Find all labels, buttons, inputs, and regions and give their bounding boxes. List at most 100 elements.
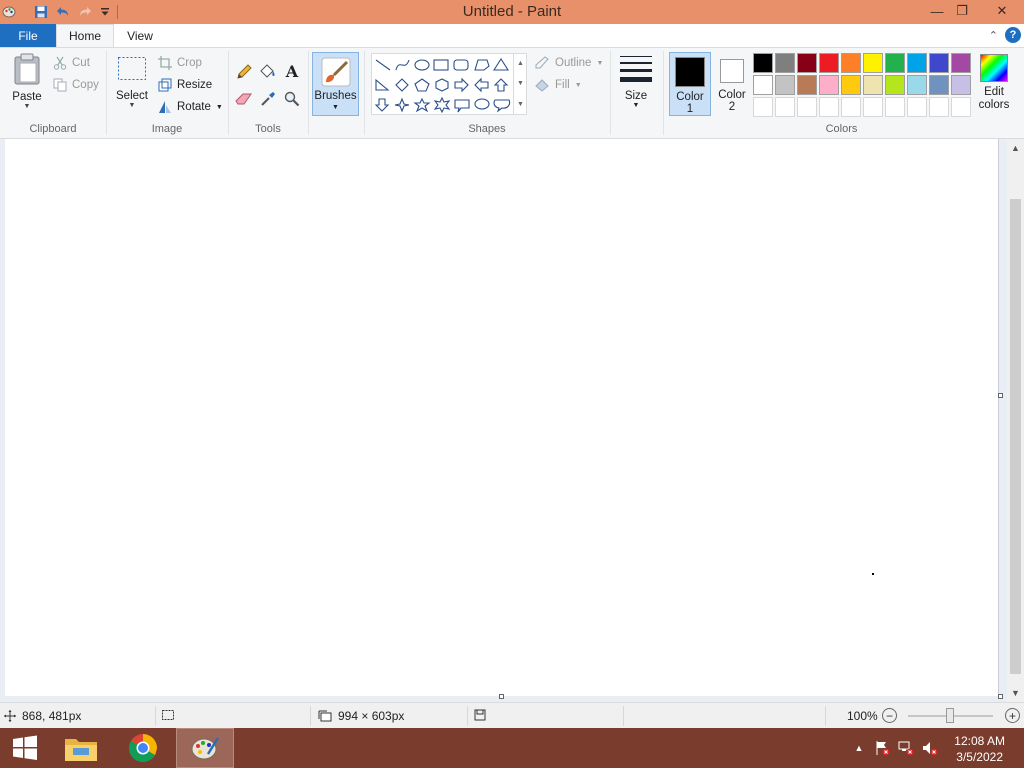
window-title: Untitled - Paint xyxy=(462,3,562,20)
eraser-icon[interactable] xyxy=(235,90,253,108)
palette-color-swatch[interactable] xyxy=(885,53,905,73)
title-bar: Untitled - Paint — ❐ ✕ xyxy=(0,0,1024,24)
palette-color-swatch[interactable] xyxy=(797,53,817,73)
color-1-label: Color xyxy=(676,91,704,103)
brushes-label: Brushes xyxy=(314,90,357,102)
palette-color-swatch[interactable] xyxy=(929,75,949,95)
fill-button[interactable]: Fill ▼ xyxy=(534,78,582,92)
restore-button[interactable]: ❐ xyxy=(947,0,977,22)
action-center-flag-icon[interactable] xyxy=(873,740,891,756)
palette-color-swatch[interactable] xyxy=(863,75,883,95)
scroll-up-icon[interactable]: ▲ xyxy=(517,60,524,67)
color-palette xyxy=(753,53,971,119)
brushes-button[interactable]: Brushes ▼ xyxy=(312,52,359,116)
palette-color-swatch[interactable] xyxy=(797,97,817,117)
vertical-scroll-thumb[interactable] xyxy=(1010,199,1021,674)
size-button[interactable]: Size ▼ xyxy=(617,54,655,109)
resize-handle-right[interactable] xyxy=(998,393,1003,398)
rotate-button[interactable]: Rotate ▼ xyxy=(158,100,223,114)
shapes-icons[interactable] xyxy=(372,54,514,114)
palette-color-swatch[interactable] xyxy=(841,97,861,117)
palette-color-swatch[interactable] xyxy=(753,75,773,95)
shapes-scrollbar[interactable]: ▲ ▼ ▼ xyxy=(513,53,527,115)
help-button[interactable]: ? xyxy=(1005,27,1021,43)
color-2-button[interactable]: Color 2 xyxy=(711,52,753,116)
tab-file[interactable]: File xyxy=(0,24,56,47)
palette-color-swatch[interactable] xyxy=(775,53,795,73)
scroll-down-arrow-icon[interactable]: ▼ xyxy=(1010,686,1021,700)
palette-color-swatch[interactable] xyxy=(929,97,949,117)
taskbar-chrome[interactable] xyxy=(114,728,172,768)
palette-color-swatch[interactable] xyxy=(775,97,795,117)
palette-color-swatch[interactable] xyxy=(775,75,795,95)
outline-button[interactable]: Outline ▼ xyxy=(534,56,603,70)
palette-color-swatch[interactable] xyxy=(819,53,839,73)
palette-color-swatch[interactable] xyxy=(951,97,971,117)
text-tool-icon[interactable]: A xyxy=(283,62,301,81)
canvas-size: 994 × 603px xyxy=(318,709,404,723)
magnifier-icon[interactable] xyxy=(283,90,301,108)
palette-color-swatch[interactable] xyxy=(841,53,861,73)
copy-button[interactable]: Copy xyxy=(53,78,99,92)
taskbar-paint[interactable] xyxy=(176,728,234,768)
show-hidden-icons[interactable]: ▲ xyxy=(850,740,868,756)
brushes-dropdown-icon: ▼ xyxy=(332,104,339,111)
taskbar-file-explorer[interactable] xyxy=(52,728,110,768)
palette-color-swatch[interactable] xyxy=(753,53,773,73)
pencil-icon[interactable] xyxy=(235,63,253,81)
color-1-button[interactable]: Color 1 xyxy=(669,52,711,116)
palette-color-swatch[interactable] xyxy=(841,75,861,95)
network-icon[interactable] xyxy=(897,740,915,756)
resize-button[interactable]: Resize xyxy=(158,78,212,92)
palette-color-swatch[interactable] xyxy=(885,97,905,117)
select-button[interactable]: Select ▼ xyxy=(113,56,151,109)
vertical-scrollbar[interactable]: ▲ ▼ xyxy=(1007,139,1024,702)
palette-color-swatch[interactable] xyxy=(863,97,883,117)
palette-color-swatch[interactable] xyxy=(753,97,773,117)
zoom-out-button[interactable]: − xyxy=(882,708,897,723)
windows-logo-icon xyxy=(12,735,38,761)
size-label: Size xyxy=(624,90,648,102)
minimize-ribbon-icon[interactable]: ⌃ xyxy=(989,29,998,42)
edit-colors-button[interactable]: Edit colors xyxy=(975,54,1013,112)
crop-button[interactable]: Crop xyxy=(158,56,202,70)
drawing-canvas[interactable] xyxy=(5,139,999,696)
resize-handle-bottom[interactable] xyxy=(499,694,504,699)
volume-muted-icon[interactable] xyxy=(921,740,939,756)
scroll-up-arrow-icon[interactable]: ▲ xyxy=(1010,141,1021,155)
zoom-in-button[interactable]: + xyxy=(1005,708,1020,723)
palette-color-swatch[interactable] xyxy=(863,53,883,73)
palette-color-swatch[interactable] xyxy=(819,75,839,95)
palette-color-swatch[interactable] xyxy=(819,97,839,117)
palette-color-swatch[interactable] xyxy=(951,75,971,95)
palette-color-swatch[interactable] xyxy=(907,53,927,73)
zoom-slider-thumb[interactable] xyxy=(946,708,954,723)
outline-dropdown-icon: ▼ xyxy=(596,59,604,67)
fill-bucket-icon[interactable] xyxy=(258,63,276,81)
taskbar-clock[interactable]: 12:08 AM 3/5/2022 xyxy=(954,733,1005,765)
start-button[interactable] xyxy=(0,728,50,768)
fill-icon xyxy=(534,78,550,92)
expand-gallery-icon[interactable]: ▼ xyxy=(517,101,524,108)
palette-color-swatch[interactable] xyxy=(951,53,971,73)
group-divider xyxy=(308,51,309,135)
copy-icon xyxy=(53,78,67,92)
palette-color-swatch[interactable] xyxy=(885,75,905,95)
close-button[interactable]: ✕ xyxy=(983,0,1021,22)
group-label-tools: Tools xyxy=(255,123,281,135)
palette-color-swatch[interactable] xyxy=(929,53,949,73)
resize-handle-corner[interactable] xyxy=(998,694,1003,699)
scroll-down-icon[interactable]: ▼ xyxy=(517,80,524,87)
cut-button[interactable]: Cut xyxy=(53,56,90,70)
tab-home[interactable]: Home xyxy=(56,24,114,47)
tab-view[interactable]: View xyxy=(114,24,166,47)
palette-color-swatch[interactable] xyxy=(907,75,927,95)
color-picker-icon[interactable] xyxy=(259,90,277,108)
paste-button[interactable]: Paste ▼ xyxy=(8,53,46,110)
palette-color-swatch[interactable] xyxy=(797,75,817,95)
folder-icon xyxy=(64,734,98,762)
ribbon: Paste ▼ Cut Copy Clipboard Select ▼ Crop… xyxy=(0,47,1024,139)
fill-label: Fill xyxy=(555,79,570,91)
canvas-size-text: 994 × 603px xyxy=(338,709,405,723)
palette-color-swatch[interactable] xyxy=(907,97,927,117)
